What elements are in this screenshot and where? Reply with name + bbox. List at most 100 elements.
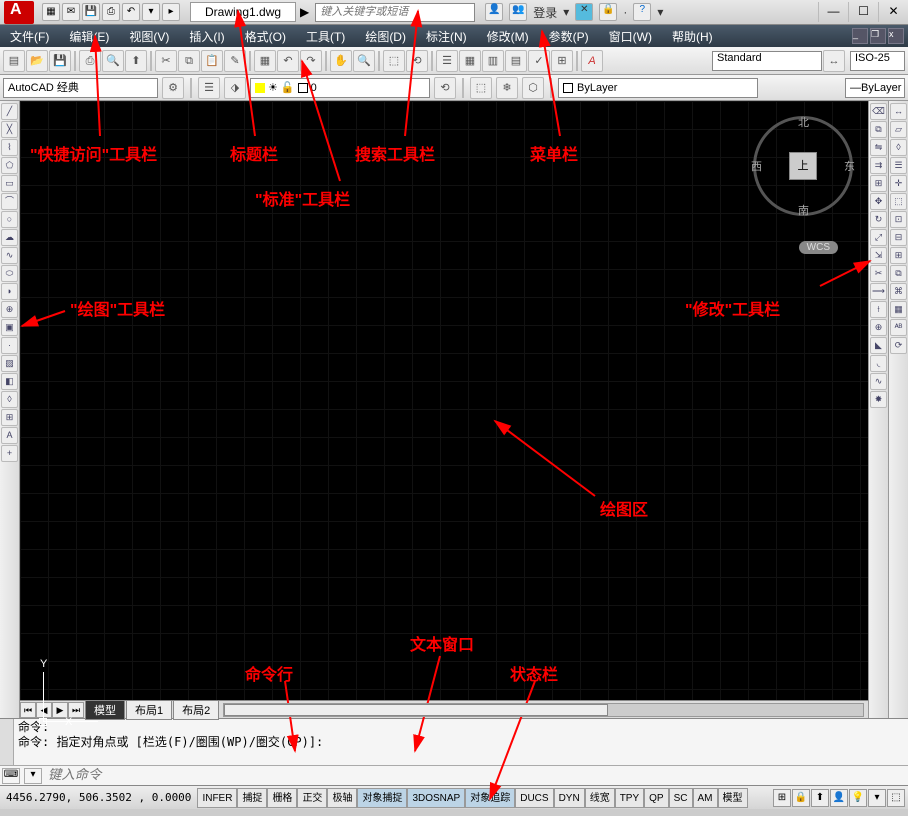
document-tab[interactable]: Drawing1.dwg — [190, 2, 296, 22]
plot-icon[interactable]: ⎙ — [79, 50, 101, 72]
block-icon[interactable]: ▣ — [1, 319, 18, 336]
insert-icon[interactable]: ⊕ — [1, 301, 18, 318]
region-icon[interactable]: ◊ — [1, 391, 18, 408]
cmd-handle[interactable] — [0, 719, 14, 765]
cut-icon[interactable]: ✂ — [155, 50, 177, 72]
menu-tools[interactable]: 工具(T) — [296, 28, 355, 45]
command-history[interactable]: 命令: 命令: 指定对角点或 [栏选(F)/圏围(WP)/圏交(CP)]: — [14, 719, 908, 765]
s-tray-icon[interactable]: ▾ — [868, 789, 886, 807]
new-file-icon[interactable]: ▤ — [3, 50, 25, 72]
status-捕捉[interactable]: 捕捉 — [237, 788, 267, 808]
zoom-window-icon[interactable]: ⬚ — [383, 50, 405, 72]
status-正交[interactable]: 正交 — [297, 788, 327, 808]
table-icon[interactable]: ⊞ — [1, 409, 18, 426]
layer-iso-icon[interactable]: ⬚ — [470, 77, 492, 99]
properties-icon[interactable]: ☰ — [436, 50, 458, 72]
designcenter-icon[interactable]: ▦ — [459, 50, 481, 72]
line-icon[interactable]: ╱ — [1, 103, 18, 120]
tool-e-icon[interactable]: ⧉ — [890, 265, 907, 282]
exchange-icon[interactable]: ✕ — [575, 3, 593, 21]
sheetset-icon[interactable]: ▤ — [505, 50, 527, 72]
status-dyn[interactable]: DYN — [554, 788, 585, 808]
list-icon[interactable]: ☰ — [890, 157, 907, 174]
menu-edit[interactable]: 编辑(E) — [59, 28, 119, 45]
layer-dropdown[interactable]: ☀ 🔓 0 — [250, 78, 430, 98]
layer-off-icon[interactable]: ⬡ — [522, 77, 544, 99]
hatch-icon[interactable]: ▨ — [1, 355, 18, 372]
status-tpy[interactable]: TPY — [615, 788, 644, 808]
menu-file[interactable]: 文件(F) — [0, 28, 59, 45]
workspace-dropdown[interactable]: AutoCAD 经典 — [3, 78, 158, 98]
infocenter-icon[interactable]: 👤 — [485, 3, 503, 21]
redo-icon[interactable]: ▾ — [142, 3, 160, 21]
more-icon[interactable]: ▸ — [162, 3, 180, 21]
login-label[interactable]: 登录 — [533, 4, 557, 21]
menu-view[interactable]: 视图(V) — [119, 28, 179, 45]
circle-icon[interactable]: ○ — [1, 211, 18, 228]
help-icon[interactable]: ? — [633, 3, 651, 21]
command-input[interactable] — [44, 768, 908, 783]
toolpalette-icon[interactable]: ▥ — [482, 50, 504, 72]
coordinates[interactable]: 4456.2790, 506.3502 , 0.0000 — [0, 791, 197, 804]
dim-icon[interactable]: ↔ — [823, 50, 845, 72]
minimize-button[interactable]: — — [818, 2, 848, 22]
open-file-icon[interactable]: 📂 — [26, 50, 48, 72]
doc-minimize-icon[interactable]: _ — [852, 28, 868, 44]
linetype-dropdown[interactable]: — ByLayer — [845, 78, 905, 98]
undo-icon[interactable]: ↶ — [122, 3, 140, 21]
menu-insert[interactable]: 插入(I) — [179, 28, 234, 45]
zoom-icon[interactable]: 🔍 — [353, 50, 375, 72]
tool-i-icon[interactable]: ⟳ — [890, 337, 907, 354]
menu-param[interactable]: 参数(P) — [539, 28, 599, 45]
status-model[interactable]: 模型 — [718, 788, 748, 808]
tool-f-icon[interactable]: ⌘ — [890, 283, 907, 300]
s-person-icon[interactable]: 👤 — [830, 789, 848, 807]
addselected-icon[interactable]: + — [1, 445, 18, 462]
print-icon[interactable]: ⎙ — [102, 3, 120, 21]
help-dropdown-icon[interactable]: ▾ — [657, 5, 663, 19]
app-logo-icon[interactable] — [4, 1, 34, 24]
save-file-icon[interactable]: 💾 — [49, 50, 71, 72]
ellipsearc-icon[interactable]: ◗ — [1, 283, 18, 300]
drawing-area[interactable]: 上 北 南 东 西 WCS Y X "快捷访问"工具栏 标题栏 搜索工具栏 菜单… — [20, 101, 868, 700]
signin-icon[interactable]: 👥 — [509, 3, 527, 21]
status-极轴[interactable]: 极轴 — [327, 788, 357, 808]
status-am[interactable]: AM — [693, 788, 718, 808]
menu-help[interactable]: 帮助(H) — [662, 28, 723, 45]
color-dropdown[interactable]: ByLayer — [558, 78, 758, 98]
rectangle-icon[interactable]: ▭ — [1, 175, 18, 192]
status-qp[interactable]: QP — [644, 788, 668, 808]
s-grid-icon[interactable]: ⊞ — [773, 789, 791, 807]
doc-restore-icon[interactable]: ❐ — [870, 28, 886, 44]
login-dropdown-icon[interactable]: ▾ — [563, 5, 569, 19]
tool-a-icon[interactable]: ⬚ — [890, 193, 907, 210]
dim-style-icon[interactable]: A — [581, 50, 603, 72]
menu-dimension[interactable]: 标注(N) — [416, 28, 477, 45]
tool-b-icon[interactable]: ⊡ — [890, 211, 907, 228]
maximize-button[interactable]: ☐ — [848, 2, 878, 22]
tool-g-icon[interactable]: ▦ — [890, 301, 907, 318]
paste-icon[interactable]: 📋 — [201, 50, 223, 72]
status-sc[interactable]: SC — [669, 788, 693, 808]
revcloud-icon[interactable]: ☁ — [1, 229, 18, 246]
pline-icon[interactable]: ⌇ — [1, 139, 18, 156]
s-lock-icon[interactable]: 🔒 — [792, 789, 810, 807]
undo-btn-icon[interactable]: ↶ — [277, 50, 299, 72]
layer-freeze-icon[interactable]: ❄ — [496, 77, 518, 99]
area-icon[interactable]: ▱ — [890, 121, 907, 138]
pan-icon[interactable]: ✋ — [330, 50, 352, 72]
search-input[interactable] — [315, 3, 475, 22]
s-clean-icon[interactable]: ⬚ — [887, 789, 905, 807]
polygon-icon[interactable]: ⬠ — [1, 157, 18, 174]
tab-layout1[interactable]: 布局1 — [126, 700, 172, 720]
save-icon[interactable]: 💾 — [82, 3, 100, 21]
spline-icon[interactable]: ∿ — [1, 247, 18, 264]
tab-layout2[interactable]: 布局2 — [173, 700, 219, 720]
tab-model[interactable]: 模型 — [85, 700, 125, 720]
tool-d-icon[interactable]: ⊞ — [890, 247, 907, 264]
dimstyle-dropdown[interactable]: ISO-25 — [850, 51, 905, 71]
mtext-icon[interactable]: A — [1, 427, 18, 444]
status-线宽[interactable]: 线宽 — [585, 788, 615, 808]
status-infer[interactable]: INFER — [197, 788, 237, 808]
point-icon[interactable]: · — [1, 337, 18, 354]
